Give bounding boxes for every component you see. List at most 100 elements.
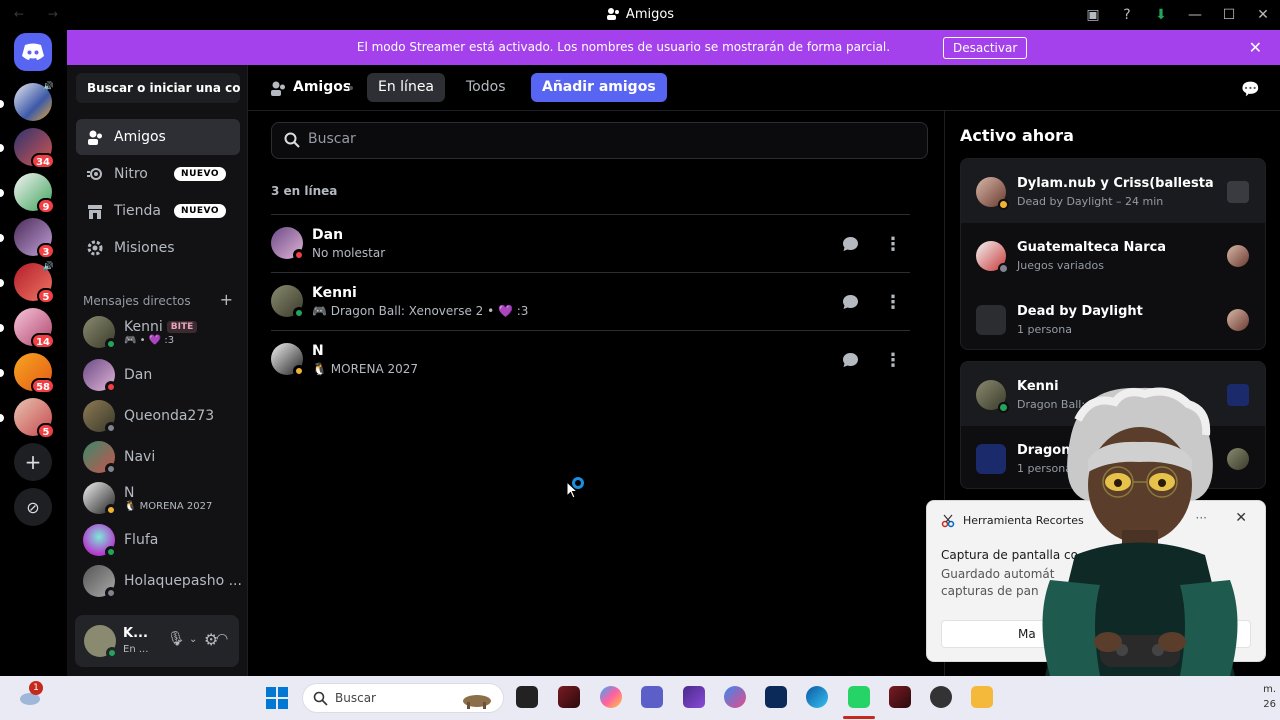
more-options-icon[interactable]: ⋮ <box>878 287 908 317</box>
maximize-icon[interactable]: ☐ <box>1212 0 1246 30</box>
tab-online[interactable]: En línea <box>367 73 446 102</box>
nav-shop[interactable]: Tienda NUEVO <box>76 193 240 229</box>
server-icon[interactable]: 🔊 <box>14 82 54 121</box>
plus-icon: + <box>24 450 42 474</box>
download-icon[interactable]: ⬇ <box>1144 0 1178 30</box>
user-avatar[interactable] <box>84 625 118 659</box>
server-icon[interactable]: 🔊 5 <box>14 262 55 304</box>
new-badge: NUEVO <box>174 167 226 181</box>
chevron-down-icon[interactable]: ⌄ <box>189 634 197 645</box>
active-now-title: Activo ahora <box>960 126 1074 145</box>
minimize-icon[interactable]: — <box>1178 0 1212 30</box>
activity-row[interactable]: Guatemalteca Narca Juegos variados <box>961 223 1265 287</box>
active-app-indicator <box>843 716 875 719</box>
close-banner-icon[interactable]: ✕ <box>1249 38 1262 57</box>
app-icon[interactable] <box>724 686 746 708</box>
avatar <box>976 241 1009 274</box>
window-controls: ▣ ? ⬇ — ☐ ✕ <box>1076 0 1280 30</box>
explore-button[interactable]: ⊘ <box>14 488 52 526</box>
whatsapp-icon[interactable] <box>848 686 870 708</box>
nav-friends[interactable]: Amigos <box>76 119 240 155</box>
add-server-button[interactable]: + <box>14 443 52 481</box>
server-icon[interactable]: 34 <box>14 128 55 169</box>
friends-icon <box>271 81 285 96</box>
disney-plus-icon[interactable] <box>765 686 787 708</box>
more-options-icon[interactable]: ⋮ <box>878 345 908 375</box>
new-group-dm-icon[interactable]: 💬 <box>1241 80 1260 98</box>
friend-name: Kenni <box>312 285 357 301</box>
copilot-icon[interactable] <box>600 686 622 708</box>
close-icon[interactable]: ✕ <box>1246 0 1280 30</box>
avatar <box>83 400 117 434</box>
app-icon[interactable] <box>930 686 952 708</box>
task-view-icon[interactable] <box>516 686 538 708</box>
system-clock[interactable]: m. 26 <box>1263 682 1276 712</box>
avatar <box>83 565 117 599</box>
activity-row[interactable]: Dead by Daylight 1 persona <box>961 287 1265 349</box>
find-conversation-button[interactable]: Buscar o iniciar una co... <box>76 73 240 103</box>
dm-item[interactable]: Flufa <box>83 521 243 559</box>
dm-item[interactable]: N 🐧 MORENA 2027 <box>83 479 243 517</box>
more-options-icon[interactable]: ⋮ <box>878 229 908 259</box>
friends-icon <box>606 8 619 20</box>
status-online <box>293 307 305 319</box>
dm-item[interactable]: Queonda273 <box>83 397 243 435</box>
activity-title: Guatemalteca Narca <box>1017 240 1167 255</box>
inbox-icon[interactable]: ▣ <box>1076 0 1110 30</box>
message-button[interactable] <box>835 345 865 375</box>
activity-title: Dylam.nub y Criss(ballesta e... <box>1017 176 1217 191</box>
dm-item[interactable]: Holaquepasho ... <box>83 562 243 600</box>
message-icon <box>842 237 858 251</box>
server-icon[interactable]: 5 <box>14 398 55 439</box>
friend-row[interactable]: Kenni 🎮 Dragon Ball: Xenoverse 2 • 💜 :3 … <box>271 272 910 330</box>
friend-row[interactable]: Dan No molestar ⋮ <box>271 214 910 272</box>
server-icon[interactable]: 3 <box>14 218 55 259</box>
activity-title: Dead by Daylight <box>1017 304 1143 319</box>
clock-time: m. <box>1263 684 1276 695</box>
server-badge: 58 <box>31 378 55 394</box>
title-bar: ← → Amigos ▣ ? ⬇ — ☐ ✕ <box>0 0 1280 30</box>
activity-card[interactable]: Dylam.nub y Criss(ballesta e... Dead by … <box>960 158 1266 350</box>
disable-streamer-button[interactable]: Desactivar <box>943 37 1028 59</box>
nav-quests[interactable]: Misiones <box>76 230 240 266</box>
help-icon[interactable]: ? <box>1110 0 1144 30</box>
activity-row[interactable]: Dylam.nub y Criss(ballesta e... Dead by … <box>961 159 1265 223</box>
dm-item[interactable]: Navi <box>83 438 243 476</box>
dm-item[interactable]: Kenni BITE 🎮 • 💜 :3 <box>83 313 243 351</box>
user-name: K... <box>123 626 148 641</box>
message-button[interactable] <box>835 229 865 259</box>
dm-status: 🐧 MORENA 2027 <box>124 500 213 512</box>
dm-header: Mensajes directos + <box>83 290 233 309</box>
status-online <box>105 338 117 350</box>
chevron-down-icon[interactable]: ⌄ <box>176 634 184 645</box>
header-title: Amigos <box>293 79 352 95</box>
add-friend-button[interactable]: Añadir amigos <box>531 73 667 102</box>
unread-pill <box>0 324 4 332</box>
app-icon[interactable] <box>683 686 705 708</box>
status-dnd <box>105 381 117 393</box>
create-dm-icon[interactable]: + <box>220 290 233 309</box>
taskbar-search[interactable]: Buscar <box>302 683 504 713</box>
app-icon[interactable] <box>558 686 580 708</box>
message-button[interactable] <box>835 287 865 317</box>
server-icon[interactable]: 9 <box>14 173 55 214</box>
server-icon[interactable]: 58 <box>14 353 55 394</box>
nav-quests-label: Misiones <box>114 240 175 256</box>
taskbar-search-label: Buscar <box>335 691 376 705</box>
friend-name: Dan <box>312 227 344 243</box>
home-button[interactable] <box>14 33 52 71</box>
search-input[interactable] <box>308 131 908 147</box>
app-icon[interactable] <box>889 686 911 708</box>
status-online <box>106 647 118 659</box>
gear-icon[interactable]: ⚙ <box>204 630 218 649</box>
edge-icon[interactable] <box>806 686 828 708</box>
dm-sidebar: Buscar o iniciar una co... Amigos Nitro … <box>67 65 248 676</box>
nav-nitro[interactable]: Nitro NUEVO <box>76 156 240 192</box>
dm-item[interactable]: Dan <box>83 356 243 394</box>
friend-row[interactable]: N 🐧 MORENA 2027 ⋮ <box>271 330 910 388</box>
server-icon[interactable]: 14 <box>14 308 55 349</box>
teams-icon[interactable] <box>641 686 663 708</box>
file-explorer-icon[interactable] <box>971 686 993 708</box>
tab-all[interactable]: Todos <box>455 73 516 102</box>
windows-start-icon[interactable] <box>266 687 288 709</box>
